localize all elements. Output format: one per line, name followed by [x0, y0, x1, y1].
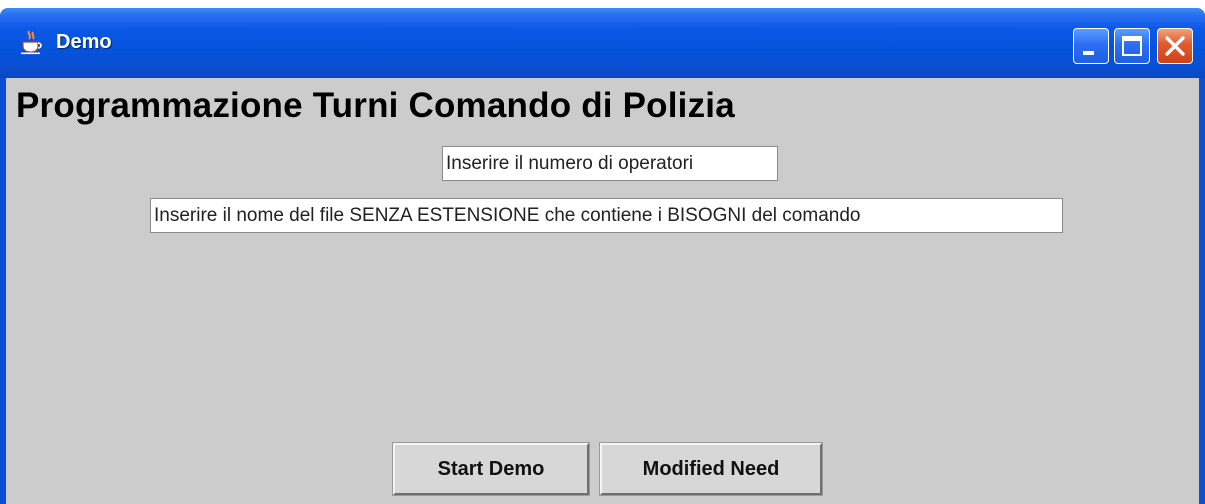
close-icon	[1165, 36, 1185, 56]
maximize-icon	[1122, 36, 1142, 56]
needs-file-name-field[interactable]: Inserire il nome del file SENZA ESTENSIO…	[150, 198, 1063, 233]
minimize-button[interactable]	[1073, 28, 1109, 64]
operators-count-field[interactable]: Inserire il numero di operatori	[442, 146, 778, 181]
minimize-icon	[1083, 51, 1094, 55]
window-title: Demo	[56, 31, 112, 53]
start-demo-button[interactable]: Start Demo	[392, 442, 590, 496]
title-bar[interactable]: Demo	[0, 8, 1205, 78]
maximize-button[interactable]	[1114, 28, 1150, 64]
modified-need-button[interactable]: Modified Need	[599, 442, 823, 496]
app-window: Demo Programmazione Turni Comando di Pol…	[0, 8, 1205, 504]
java-cup-icon	[18, 29, 44, 55]
content-panel: Programmazione Turni Comando di Polizia …	[6, 78, 1199, 504]
close-button[interactable]	[1157, 28, 1193, 64]
page-title: Programmazione Turni Comando di Polizia	[16, 86, 735, 125]
